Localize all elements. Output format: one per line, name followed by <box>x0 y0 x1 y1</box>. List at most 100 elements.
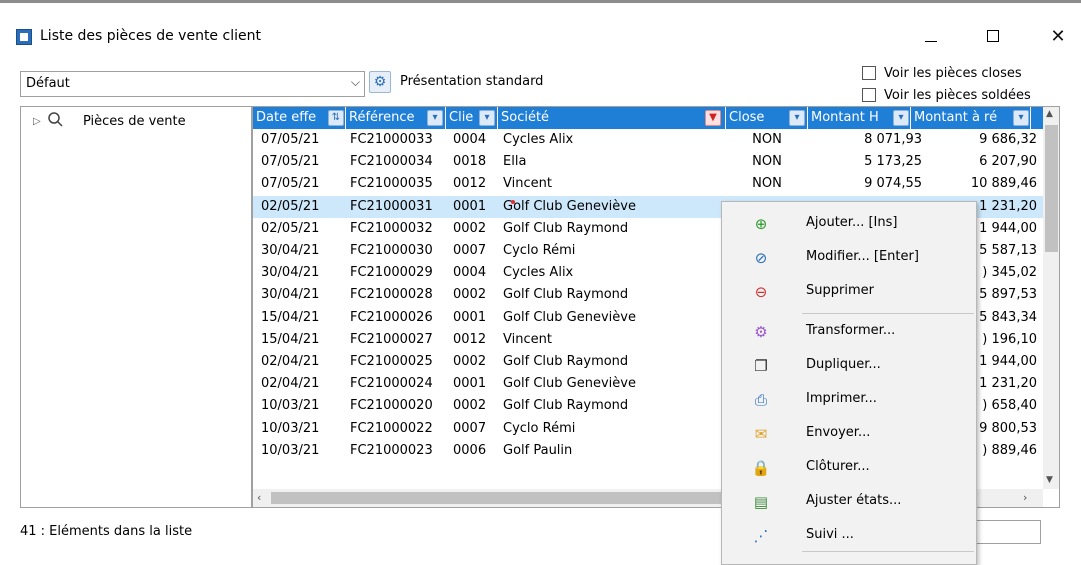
cell-close: NON <box>752 176 782 192</box>
column-menu-icon[interactable]: ▾ <box>1013 110 1029 126</box>
menu-item-label: Ajouter... [Ins] <box>806 215 898 230</box>
column-montant-ht-label: Montant H <box>811 110 879 125</box>
sort-icon[interactable]: ⇅ <box>328 110 344 126</box>
cell-reference: FC21000023 <box>350 442 433 458</box>
cell-reference: FC21000031 <box>350 198 433 214</box>
minimize-icon <box>925 40 937 42</box>
grid-header: Date effe ⇅ Référence ▾ Clie ▾ Société ▼… <box>253 107 1043 129</box>
expand-arrow-icon[interactable]: ▷ <box>33 116 41 127</box>
cell-montant-ht: 5 173,25 <box>864 154 922 170</box>
cell-date: 02/05/21 <box>261 198 320 214</box>
scroll-right-icon[interactable]: › <box>1023 491 1027 504</box>
cell-societe: Cyclo Rémi <box>503 243 576 258</box>
edit-icon: ⊘ <box>754 249 768 267</box>
presentation-select[interactable]: Défaut ⌵ <box>20 71 365 97</box>
menu-item-edit[interactable]: ⊘ Modifier... [Enter] <box>722 240 976 274</box>
menu-item-follow[interactable]: ⋰ Suivi ... <box>722 518 976 552</box>
menu-item-label: Dupliquer... <box>806 357 881 372</box>
cell-date: 15/04/21 <box>261 331 320 347</box>
menu-item-duplicate[interactable]: ❐ Dupliquer... <box>722 348 976 382</box>
adjust-states-icon: ▤ <box>753 493 769 511</box>
cell-date: 07/05/21 <box>261 154 320 170</box>
table-row[interactable]: 07/05/21 FC21000034 0018 Ella NON 5 173,25 6 2… <box>253 151 1043 173</box>
presentation-settings-icon[interactable]: ⚙ <box>369 71 391 93</box>
table-row[interactable]: 07/05/21 FC21000033 0004 Cycles Alix NON 8 07… <box>253 129 1043 151</box>
status-input[interactable] <box>975 520 1041 544</box>
vertical-scrollbar[interactable]: ▲ ▼ <box>1043 107 1059 489</box>
cell-montant-ar: 10 889,46 <box>970 176 1037 192</box>
show-closed-checkbox[interactable]: Voir les pièces closes <box>862 64 1022 82</box>
cell-montant-ar: 9 686,32 <box>979 132 1037 147</box>
menu-item-label: Clôturer... <box>806 459 870 474</box>
cell-client: 0006 <box>453 442 487 458</box>
filter-icon[interactable]: ▼ <box>705 110 721 126</box>
scroll-left-icon[interactable]: ‹ <box>257 491 261 504</box>
cell-date: 10/03/21 <box>261 420 320 436</box>
maximize-button[interactable] <box>970 21 1016 51</box>
title-bar: Liste des pièces de vente client ✕ <box>0 3 1081 65</box>
cell-societe: Golf Club Raymond <box>503 354 629 369</box>
menu-item-label: Ajuster états... <box>806 493 902 508</box>
vertical-scroll-thumb[interactable] <box>1045 125 1058 252</box>
checkbox-box[interactable] <box>862 88 876 102</box>
menu-item-print[interactable]: ⎙ Imprimer... <box>722 382 976 416</box>
menu-item-label: Transformer... <box>806 323 896 338</box>
scroll-up-icon[interactable]: ▲ <box>1046 109 1053 119</box>
minimize-button[interactable] <box>908 21 954 51</box>
cell-date: 02/05/21 <box>261 220 320 236</box>
menu-item-delete[interactable]: ⊖ Supprimer <box>722 274 976 308</box>
menu-item-lock[interactable]: 🔒 Clôturer... <box>722 450 976 484</box>
show-closed-label: Voir les pièces closes <box>884 65 1022 81</box>
cell-societe: Golf Club Geneviève <box>503 376 636 392</box>
cell-date: 30/04/21 <box>261 265 320 281</box>
column-header-societe[interactable]: Société <box>498 107 726 129</box>
cell-reference: FC21000029 <box>350 265 433 281</box>
cell-client: 0002 <box>453 220 487 236</box>
cell-reference: FC21000022 <box>350 420 433 436</box>
cell-societe: Vincent <box>503 331 552 347</box>
cell-client: 0012 <box>453 331 487 347</box>
lock-icon: 🔒 <box>751 459 771 477</box>
column-menu-icon[interactable]: ▾ <box>893 110 909 126</box>
column-societe-label: Société <box>501 110 550 125</box>
menu-item-transform[interactable]: ⚙ Transformer... <box>722 314 976 348</box>
cell-montant-ht: 8 071,93 <box>864 132 922 147</box>
tree-panel: ▷ Pièces de vente <box>20 106 252 508</box>
presentation-label: Présentation standard <box>400 74 544 89</box>
close-button[interactable]: ✕ <box>1035 21 1081 51</box>
add-icon: ⊕ <box>754 215 768 233</box>
menu-item-add[interactable]: ⊕ Ajouter... [Ins] <box>722 206 976 240</box>
cell-client: 0012 <box>453 176 487 192</box>
scroll-down-icon[interactable]: ▼ <box>1046 475 1053 485</box>
cell-societe: Cycles Alix <box>503 265 574 281</box>
transform-icon: ⚙ <box>754 323 768 341</box>
cell-date: 30/04/21 <box>261 243 320 258</box>
cell-montant-ht: 9 074,55 <box>864 176 922 192</box>
cell-reference: FC21000033 <box>350 132 433 147</box>
cell-client: 0002 <box>453 354 487 369</box>
cell-close: NON <box>752 154 782 170</box>
menu-item-label: Supprimer <box>806 283 874 298</box>
column-montant-ar-label: Montant à ré <box>914 110 998 125</box>
cell-client: 0007 <box>453 243 487 258</box>
cell-client: 0002 <box>453 398 487 414</box>
menu-item-adjust-states[interactable]: ▤ Ajuster états... <box>722 484 976 518</box>
context-menu: ⊕ Ajouter... [Ins] ⊘ Modifier... [Enter] ⊖ Su… <box>721 201 977 565</box>
cell-date: 10/03/21 <box>261 442 320 458</box>
column-date-label: Date effe <box>256 110 317 125</box>
menu-item-label: Suivi ... <box>806 527 854 542</box>
checkbox-box[interactable] <box>862 66 876 80</box>
horizontal-scroll-thumb[interactable] <box>271 492 751 504</box>
show-settled-checkbox[interactable]: Voir les pièces soldées <box>862 86 1031 104</box>
column-menu-icon[interactable]: ▾ <box>427 110 443 126</box>
chevron-down-icon: ⌵ <box>350 75 360 89</box>
table-row[interactable]: 07/05/21 FC21000035 0012 Vincent NON 9 074,55… <box>253 173 1043 195</box>
menu-separator <box>802 313 974 314</box>
column-menu-icon[interactable]: ▾ <box>479 110 495 126</box>
status-count: 41 : Eléments dans la liste <box>20 524 193 539</box>
column-menu-icon[interactable]: ▾ <box>789 110 805 126</box>
window-title: Liste des pièces de vente client <box>40 28 261 44</box>
menu-item-send[interactable]: ✉ Envoyer... <box>722 416 976 450</box>
column-close-label: Close <box>729 110 765 125</box>
tree-item-sales-documents[interactable]: Pièces de vente <box>83 114 186 129</box>
